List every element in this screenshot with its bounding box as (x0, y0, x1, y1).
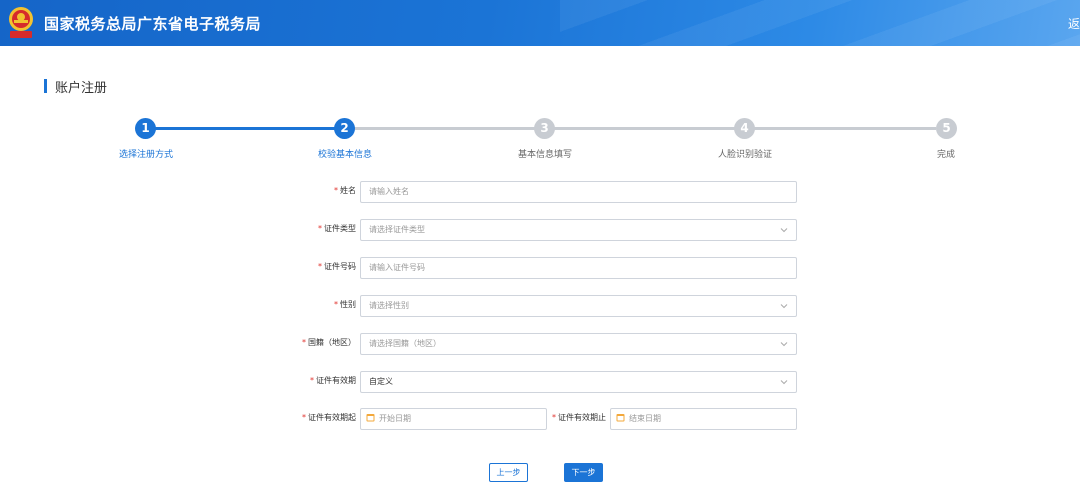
site-title: 国家税务总局广东省电子税务局 (44, 15, 262, 33)
step-2-label: 校验基本信息 (317, 150, 373, 160)
step-5-label: 完成 (936, 150, 956, 160)
validity-value: 自定义 (369, 377, 393, 386)
chevron-down-icon (780, 228, 788, 233)
page-heading: 账户注册 (44, 78, 108, 96)
gender-label: * 性别 (334, 300, 356, 309)
step-connector-4 (754, 127, 936, 130)
heading-accent-bar (44, 79, 47, 93)
validity-row: * 证件有效期 自定义 (0, 371, 1080, 393)
validity-start-date-picker[interactable]: 开始日期 (360, 408, 547, 430)
registration-stepper: 1 2 3 4 5 选择注册方式 校验基本信息 基本信息填写 人脸识别验证 完成 (0, 116, 1080, 166)
nationality-select[interactable]: 请选择国籍（地区） (360, 333, 797, 355)
step-2-circle: 2 (334, 118, 355, 139)
step-3-circle: 3 (534, 118, 555, 139)
name-label: * 姓名 (334, 186, 356, 195)
chevron-down-icon (780, 380, 788, 385)
step-3-label: 基本信息填写 (517, 150, 573, 160)
step-1-circle: 1 (135, 118, 156, 139)
chevron-down-icon (780, 342, 788, 347)
nationality-row: * 国籍（地区） 请选择国籍（地区） (0, 333, 1080, 355)
gender-select[interactable]: 请选择性别 (360, 295, 797, 317)
id-type-placeholder: 请选择证件类型 (369, 225, 425, 234)
step-4-label: 人脸识别验证 (717, 150, 773, 160)
validity-select[interactable]: 自定义 (360, 371, 797, 393)
id-type-label: * 证件类型 (318, 224, 356, 233)
gender-placeholder: 请选择性别 (369, 301, 409, 310)
page-title: 账户注册 (55, 80, 108, 96)
prev-step-button[interactable]: 上一步 (489, 463, 528, 482)
step-5-circle: 5 (936, 118, 957, 139)
validity-label: * 证件有效期 (310, 376, 356, 385)
step-1-label: 选择注册方式 (118, 150, 174, 160)
chevron-down-icon (780, 304, 788, 309)
id-number-row: * 证件号码 请输入证件号码 (0, 257, 1080, 279)
top-banner: 国家税务总局广东省电子税务局 返回 (0, 0, 1080, 46)
step-connector-2 (354, 127, 535, 130)
validity-range-row: * 证件有效期起 开始日期 * 证件有效期止 结束日期 (0, 408, 1080, 430)
nationality-label: * 国籍（地区） (302, 338, 356, 347)
step-4-circle: 4 (734, 118, 755, 139)
nationality-placeholder: 请选择国籍（地区） (369, 339, 441, 348)
calendar-icon (616, 414, 625, 422)
name-row: * 姓名 请输入姓名 (0, 181, 1080, 203)
next-step-button[interactable]: 下一步 (564, 463, 603, 482)
validity-start-label: * 证件有效期起 (302, 413, 356, 422)
id-number-label: * 证件号码 (318, 262, 356, 271)
id-number-input[interactable]: 请输入证件号码 (360, 257, 797, 279)
step-connector-1 (155, 127, 335, 130)
step-connector-3 (554, 127, 735, 130)
validity-end-label: * 证件有效期止 (552, 413, 606, 422)
tax-emblem-icon (9, 7, 33, 38)
calendar-icon (366, 414, 375, 422)
name-input[interactable]: 请输入姓名 (360, 181, 797, 203)
validity-end-placeholder: 结束日期 (629, 414, 661, 423)
id-type-select[interactable]: 请选择证件类型 (360, 219, 797, 241)
gender-row: * 性别 请选择性别 (0, 295, 1080, 317)
validity-end-date-picker[interactable]: 结束日期 (610, 408, 797, 430)
return-link[interactable]: 返回 (1068, 15, 1080, 32)
validity-start-placeholder: 开始日期 (379, 414, 411, 423)
id-type-row: * 证件类型 请选择证件类型 (0, 219, 1080, 241)
